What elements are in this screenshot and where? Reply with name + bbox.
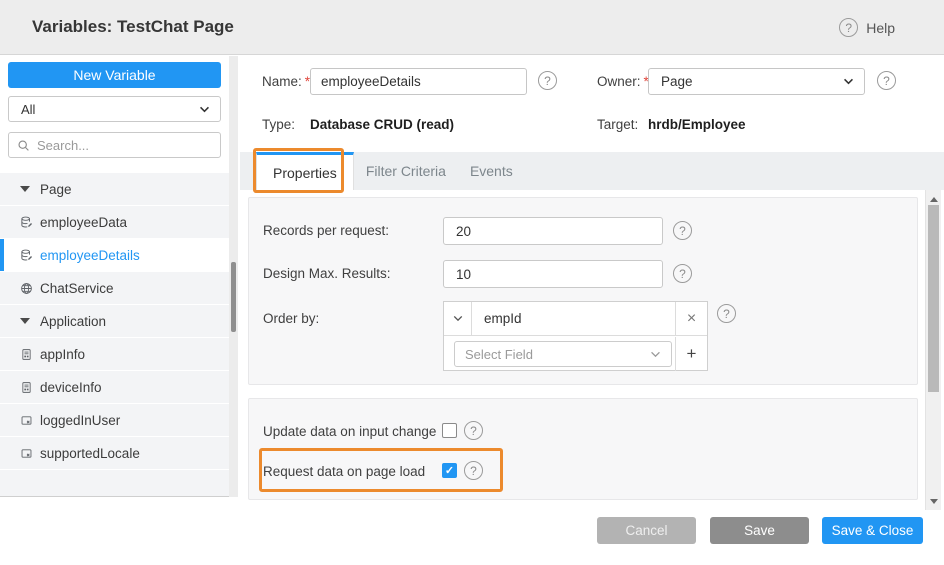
sidebar-scrollbar-thumb[interactable] bbox=[231, 262, 236, 332]
filter-selected-value: All bbox=[21, 102, 35, 117]
sidebar-item-appinfo[interactable]: appInfo bbox=[0, 338, 229, 370]
tab-properties[interactable]: Properties bbox=[256, 152, 354, 190]
sidebar-item-loggedinuser[interactable]: loggedInUser bbox=[0, 404, 229, 436]
target-value: hrdb/Employee bbox=[648, 117, 746, 132]
order-by-row: empId × bbox=[444, 302, 707, 336]
select-field-placeholder: Select Field bbox=[465, 347, 533, 362]
records-per-request-input[interactable] bbox=[443, 217, 663, 245]
owner-selected-value: Page bbox=[661, 74, 693, 89]
sidebar-item-supportedlocale[interactable]: supportedLocale bbox=[0, 437, 229, 469]
content-scrollbar-thumb[interactable] bbox=[928, 205, 939, 392]
sidebar-group-page[interactable]: Page bbox=[0, 173, 229, 205]
properties-card-2: Update data on input change ? Request da… bbox=[248, 398, 918, 500]
triangle-up-icon bbox=[930, 197, 938, 202]
owner-label: Owner:* bbox=[597, 74, 649, 89]
sidebar-item-partial bbox=[0, 470, 229, 496]
properties-card-1: Records per request: ? Design Max. Resul… bbox=[248, 197, 918, 385]
model-variable-icon bbox=[20, 447, 33, 460]
order-by-label: Order by: bbox=[263, 311, 319, 326]
help-circle-icon: ? bbox=[839, 18, 858, 37]
sidebar-item-chatservice[interactable]: ChatService bbox=[0, 272, 229, 304]
database-variable-icon bbox=[20, 249, 33, 262]
info-variable-icon bbox=[20, 381, 33, 394]
records-help-icon[interactable]: ? bbox=[673, 221, 692, 240]
cancel-button[interactable]: Cancel bbox=[597, 517, 696, 544]
save-and-close-button[interactable]: Save & Close bbox=[822, 517, 923, 544]
design-max-results-label: Design Max. Results: bbox=[263, 266, 391, 281]
collapse-triangle-icon bbox=[20, 186, 30, 192]
sidebar-item-deviceinfo[interactable]: deviceInfo bbox=[0, 371, 229, 403]
search-input[interactable] bbox=[37, 138, 213, 153]
order-direction-toggle[interactable] bbox=[444, 302, 472, 335]
variables-dialog: Variables: TestChat Page ? Help New Vari… bbox=[0, 0, 944, 565]
chevron-down-icon bbox=[199, 106, 210, 113]
chevron-down-icon bbox=[843, 78, 854, 85]
name-input[interactable] bbox=[310, 68, 527, 95]
type-value: Database CRUD (read) bbox=[310, 117, 454, 132]
model-variable-icon bbox=[20, 414, 33, 427]
info-variable-icon bbox=[20, 348, 33, 361]
collapse-triangle-icon bbox=[20, 318, 30, 324]
chevron-down-icon bbox=[650, 351, 661, 358]
database-variable-icon bbox=[20, 216, 33, 229]
name-label: Name:* bbox=[262, 74, 310, 89]
scroll-down-arrow[interactable] bbox=[926, 494, 942, 508]
update-on-input-help-icon[interactable]: ? bbox=[464, 421, 483, 440]
sidebar-item-employeedetails[interactable]: employeeDetails bbox=[0, 239, 229, 271]
variable-search bbox=[8, 132, 221, 158]
tab-bar: Properties Filter Criteria Events bbox=[240, 152, 944, 190]
update-on-input-label: Update data on input change bbox=[263, 424, 436, 439]
save-button[interactable]: Save bbox=[710, 517, 809, 544]
dialog-header: Variables: TestChat Page ? Help bbox=[0, 0, 944, 55]
tab-filter-criteria[interactable]: Filter Criteria bbox=[354, 152, 458, 190]
request-on-page-load-checkbox[interactable] bbox=[442, 463, 457, 478]
update-on-input-checkbox[interactable] bbox=[442, 423, 457, 438]
request-on-page-load-help-icon[interactable]: ? bbox=[464, 461, 483, 480]
sidebar-item-employeedata[interactable]: employeeData bbox=[0, 206, 229, 238]
add-icon: + bbox=[687, 344, 697, 364]
name-help-icon[interactable]: ? bbox=[538, 71, 557, 90]
variables-sidebar: New Variable All Page employeeData bbox=[0, 56, 238, 497]
new-variable-button[interactable]: New Variable bbox=[8, 62, 221, 88]
add-order-field-button[interactable]: + bbox=[675, 337, 707, 371]
design-max-results-input[interactable] bbox=[443, 260, 663, 288]
records-per-request-label: Records per request: bbox=[263, 223, 389, 238]
scroll-up-arrow[interactable] bbox=[926, 192, 942, 206]
order-by-value: empId bbox=[472, 302, 675, 335]
sidebar-group-application[interactable]: Application bbox=[0, 305, 229, 337]
select-field-dropdown[interactable]: Select Field bbox=[454, 341, 672, 367]
content-scrollbar[interactable] bbox=[925, 190, 941, 510]
search-icon bbox=[17, 139, 30, 152]
help-button[interactable]: ? Help bbox=[839, 0, 895, 55]
triangle-down-icon bbox=[930, 499, 938, 504]
remove-icon: × bbox=[687, 310, 696, 328]
order-by-add-row: Select Field + bbox=[444, 337, 707, 371]
type-label: Type: bbox=[262, 117, 295, 132]
request-on-page-load-label: Request data on page load bbox=[263, 464, 425, 479]
tab-events[interactable]: Events bbox=[458, 152, 525, 190]
target-label: Target: bbox=[597, 117, 638, 132]
variable-type-filter-select[interactable]: All bbox=[8, 96, 221, 122]
order-by-control: empId × Select Field + bbox=[443, 301, 708, 371]
service-globe-icon bbox=[20, 282, 33, 295]
order-by-help-icon[interactable]: ? bbox=[717, 304, 736, 323]
design-max-help-icon[interactable]: ? bbox=[673, 264, 692, 283]
owner-help-icon[interactable]: ? bbox=[877, 71, 896, 90]
remove-order-field-button[interactable]: × bbox=[675, 302, 707, 335]
help-label: Help bbox=[866, 20, 895, 36]
owner-select[interactable]: Page bbox=[648, 68, 865, 95]
sidebar-scrollbar[interactable] bbox=[229, 56, 238, 497]
variable-list: Page employeeData employeeDetails ChatSe… bbox=[0, 173, 229, 496]
page-title: Variables: TestChat Page bbox=[32, 17, 234, 37]
